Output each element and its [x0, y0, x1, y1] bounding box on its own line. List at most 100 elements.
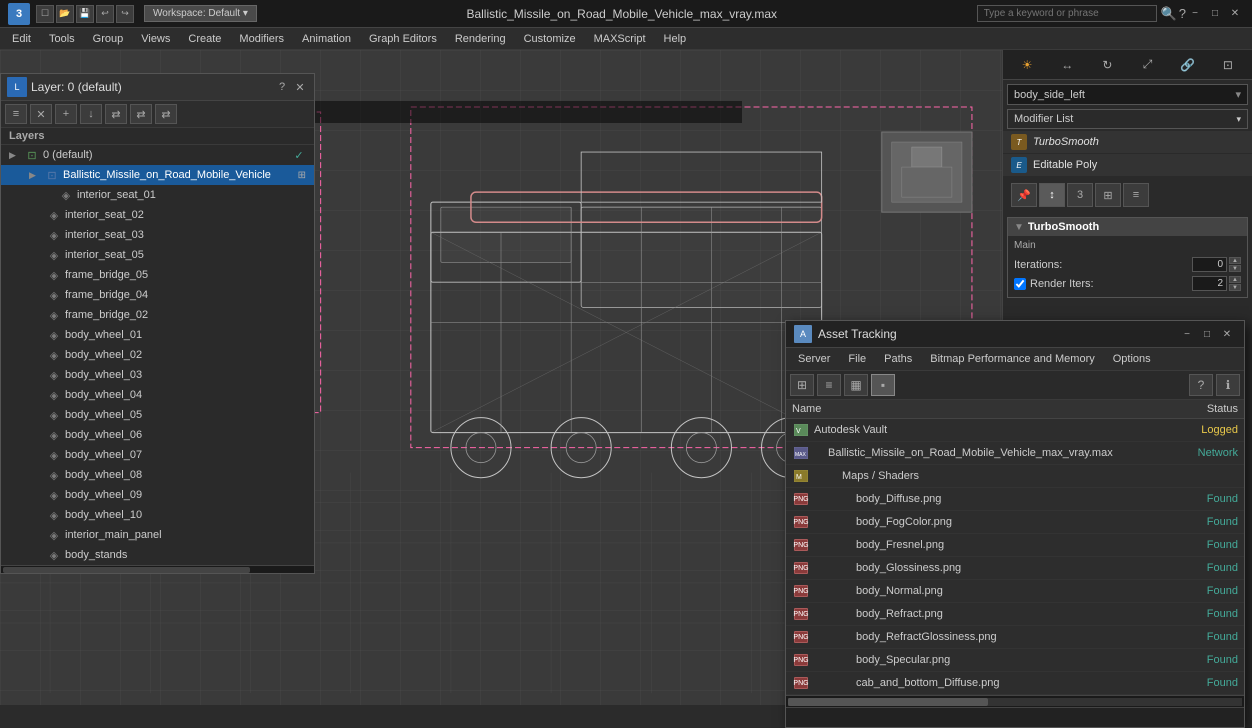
- layer-item-body-wheel-06[interactable]: ◈ body_wheel_06: [1, 425, 314, 445]
- layers-toolbar-swap3[interactable]: ⇄: [155, 104, 177, 124]
- ts-render-checkbox[interactable]: [1014, 278, 1026, 290]
- asset-row-body-fogcolor[interactable]: PNG body_FogColor.png Found: [786, 511, 1244, 534]
- menu-help[interactable]: Help: [656, 31, 695, 47]
- search-icon[interactable]: 🔍: [1161, 6, 1177, 22]
- asset-tracking-maximize[interactable]: □: [1198, 325, 1216, 343]
- layers-scrollbar[interactable]: [1, 565, 314, 573]
- layer-item-body-wheel-05[interactable]: ◈ body_wheel_05: [1, 405, 314, 425]
- asset-toolbar-btn-table[interactable]: ▪: [871, 374, 895, 396]
- rp-icon-sun[interactable]: ☀: [1016, 54, 1038, 76]
- asset-toolbar-btn-list[interactable]: ≡: [817, 374, 841, 396]
- asset-row-cab-diffuse[interactable]: PNG cab_and_bottom_Diffuse.png Found: [786, 672, 1244, 695]
- asset-toolbar-btn-detail[interactable]: ▦: [844, 374, 868, 396]
- layers-help-button[interactable]: ?: [274, 79, 290, 95]
- layer-item-interior-seat-02[interactable]: ◈ interior_seat_02: [1, 205, 314, 225]
- asset-row-maps[interactable]: M Maps / Shaders: [786, 465, 1244, 488]
- rp-btn-move2[interactable]: ↕: [1039, 183, 1065, 207]
- layers-close-button[interactable]: ✕: [292, 79, 308, 95]
- object-name-dropdown[interactable]: ▾: [1235, 88, 1241, 101]
- rp-icon-select[interactable]: ⊡: [1217, 54, 1239, 76]
- modifier-editable-poly[interactable]: E Editable Poly: [1003, 154, 1252, 177]
- modifier-turbosmooth[interactable]: T TurboSmooth: [1003, 131, 1252, 154]
- layer-item-interior-seat-01[interactable]: ◈ interior_seat_01: [1, 185, 314, 205]
- asset-row-body-diffuse[interactable]: PNG body_Diffuse.png Found: [786, 488, 1244, 511]
- asset-toolbar-btn-grid[interactable]: ⊞: [790, 374, 814, 396]
- layer-item-body-wheel-04[interactable]: ◈ body_wheel_04: [1, 385, 314, 405]
- menu-views[interactable]: Views: [133, 31, 178, 47]
- layer-item-body-stands[interactable]: ◈ body_stands: [1, 545, 314, 565]
- help-icon[interactable]: ?: [1179, 6, 1186, 21]
- layers-toolbar-swap1[interactable]: ⇄: [105, 104, 127, 124]
- menu-customize[interactable]: Customize: [516, 31, 584, 47]
- rp-btn-pin[interactable]: 📌: [1011, 183, 1037, 207]
- asset-row-body-fresnel[interactable]: PNG body_Fresnel.png Found: [786, 534, 1244, 557]
- open-icon[interactable]: 📂: [56, 5, 74, 23]
- menu-tools[interactable]: Tools: [41, 31, 83, 47]
- layer-item-body-wheel-10[interactable]: ◈ body_wheel_10: [1, 505, 314, 525]
- layers-toolbar-delete[interactable]: ✕: [30, 104, 52, 124]
- layer-item-body-wheel-03[interactable]: ◈ body_wheel_03: [1, 365, 314, 385]
- asset-menu-file[interactable]: File: [840, 351, 874, 367]
- layers-toolbar-swap2[interactable]: ⇄: [130, 104, 152, 124]
- asset-menu-paths[interactable]: Paths: [876, 351, 920, 367]
- layers-toolbar-add[interactable]: +: [55, 104, 77, 124]
- modifier-list-header[interactable]: Modifier List ▾: [1007, 109, 1248, 129]
- ts-render-iters-input[interactable]: ▲ ▼: [1192, 276, 1241, 291]
- minimize-button[interactable]: −: [1186, 5, 1204, 23]
- menu-animation[interactable]: Animation: [294, 31, 359, 47]
- menu-modifiers[interactable]: Modifiers: [231, 31, 292, 47]
- rp-btn-grid2[interactable]: ⊞: [1095, 183, 1121, 207]
- layer-item-frame-bridge-02[interactable]: ◈ frame_bridge_02: [1, 305, 314, 325]
- asset-tracking-close[interactable]: ✕: [1218, 325, 1236, 343]
- search-input[interactable]: [977, 5, 1157, 22]
- rp-btn-3d[interactable]: 3: [1067, 183, 1093, 207]
- redo-icon[interactable]: ↪: [116, 5, 134, 23]
- layer-item-frame-bridge-05[interactable]: ◈ frame_bridge_05: [1, 265, 314, 285]
- ts-iterations-down[interactable]: ▼: [1229, 265, 1241, 272]
- menu-graph-editors[interactable]: Graph Editors: [361, 31, 445, 47]
- asset-toolbar-help[interactable]: ?: [1189, 374, 1213, 396]
- ts-iterations-up[interactable]: ▲: [1229, 257, 1241, 264]
- rp-icon-link[interactable]: 🔗: [1177, 54, 1199, 76]
- undo-icon[interactable]: ↩: [96, 5, 114, 23]
- layer-item-0-default[interactable]: ▶ ⊡ 0 (default) ✓: [1, 145, 314, 165]
- ts-render-down[interactable]: ▼: [1229, 284, 1241, 291]
- layer-item-ballistic[interactable]: ▶ ⊡ Ballistic_Missile_on_Road_Mobile_Veh…: [1, 165, 314, 185]
- asset-row-vault[interactable]: V Autodesk Vault Logged: [786, 419, 1244, 442]
- asset-row-body-normal[interactable]: PNG body_Normal.png Found: [786, 580, 1244, 603]
- layer-item-frame-bridge-04[interactable]: ◈ frame_bridge_04: [1, 285, 314, 305]
- layer-item-body-wheel-07[interactable]: ◈ body_wheel_07: [1, 445, 314, 465]
- asset-scrollbar[interactable]: [786, 695, 1244, 707]
- layer-item-interior-seat-05[interactable]: ◈ interior_seat_05: [1, 245, 314, 265]
- layers-toolbar-down[interactable]: ↓: [80, 104, 102, 124]
- rp-icon-scale[interactable]: ⤢: [1137, 54, 1159, 76]
- ts-render-iters-field[interactable]: [1192, 276, 1227, 291]
- rp-icon-move[interactable]: ↔: [1056, 54, 1078, 76]
- save-icon[interactable]: 💾: [76, 5, 94, 23]
- maximize-button[interactable]: □: [1206, 5, 1224, 23]
- menu-group[interactable]: Group: [85, 31, 132, 47]
- new-icon[interactable]: ☐: [36, 5, 54, 23]
- asset-row-max[interactable]: MAX Ballistic_Missile_on_Road_Mobile_Veh…: [786, 442, 1244, 465]
- workspace-button[interactable]: Workspace: Default ▾: [144, 5, 257, 22]
- asset-row-body-refract[interactable]: PNG body_Refract.png Found: [786, 603, 1244, 626]
- ts-render-up[interactable]: ▲: [1229, 276, 1241, 283]
- close-button[interactable]: ✕: [1226, 5, 1244, 23]
- rp-icon-rotate[interactable]: ↻: [1096, 54, 1118, 76]
- layer-item-body-wheel-01[interactable]: ◈ body_wheel_01: [1, 325, 314, 345]
- menu-rendering[interactable]: Rendering: [447, 31, 514, 47]
- asset-menu-options[interactable]: Options: [1105, 351, 1159, 367]
- layer-item-body-wheel-08[interactable]: ◈ body_wheel_08: [1, 465, 314, 485]
- layer-item-interior-seat-03[interactable]: ◈ interior_seat_03: [1, 225, 314, 245]
- rp-btn-list[interactable]: ≡: [1123, 183, 1149, 207]
- layers-toolbar-settings[interactable]: ≡: [5, 104, 27, 124]
- asset-row-body-refractglossiness[interactable]: PNG body_RefractGlossiness.png Found: [786, 626, 1244, 649]
- asset-menu-bitmap[interactable]: Bitmap Performance and Memory: [922, 351, 1102, 367]
- layer-item-interior-main-panel[interactable]: ◈ interior_main_panel: [1, 525, 314, 545]
- menu-maxscript[interactable]: MAXScript: [586, 31, 654, 47]
- menu-edit[interactable]: Edit: [4, 31, 39, 47]
- ts-iterations-input[interactable]: ▲ ▼: [1192, 257, 1241, 272]
- ts-collapse-icon[interactable]: ▼: [1014, 222, 1024, 233]
- asset-row-body-glossiness[interactable]: PNG body_Glossiness.png Found: [786, 557, 1244, 580]
- ts-iterations-field[interactable]: [1192, 257, 1227, 272]
